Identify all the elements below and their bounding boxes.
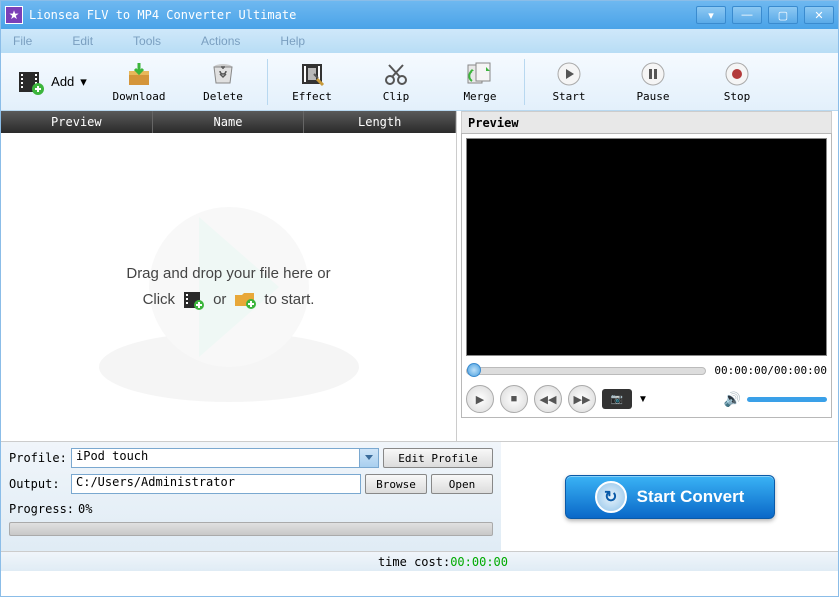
video-area[interactable]: [466, 138, 827, 356]
pause-button[interactable]: Pause: [611, 55, 695, 109]
volume-icon[interactable]: 🔊: [724, 391, 741, 408]
progress-value: 0%: [78, 502, 92, 516]
toolbar-separator: [267, 59, 268, 105]
profile-label: Profile:: [9, 451, 67, 465]
col-name[interactable]: Name: [153, 111, 305, 133]
play-icon: [555, 60, 583, 88]
effect-icon: [298, 60, 326, 88]
download-label: Download: [113, 90, 166, 103]
snapshot-menu-icon[interactable]: ▼: [638, 394, 648, 405]
dropdown-window-button[interactable]: ▾: [696, 6, 726, 24]
menu-help[interactable]: Help: [280, 34, 305, 48]
time-display: 00:00:00/00:00:00: [714, 364, 827, 377]
col-preview[interactable]: Preview: [1, 111, 153, 133]
minimize-button[interactable]: —: [732, 6, 762, 24]
menu-actions[interactable]: Actions: [201, 34, 240, 48]
title-bar: ★ Lionsea FLV to MP4 Converter Ultimate …: [1, 1, 838, 29]
progress-label: Progress:: [9, 502, 74, 516]
add-label: Add: [51, 74, 74, 89]
volume-slider[interactable]: [747, 397, 827, 402]
output-path-input[interactable]: C:/Users/Administrator: [71, 474, 361, 494]
clip-label: Clip: [383, 90, 410, 103]
add-button[interactable]: Add ▾: [7, 55, 97, 109]
close-button[interactable]: ✕: [804, 6, 834, 24]
time-cost-value: 00:00:00: [450, 555, 508, 569]
player-play-button[interactable]: ▶: [466, 385, 494, 413]
start-label: Start: [552, 90, 585, 103]
col-length[interactable]: Length: [304, 111, 456, 133]
seek-row: 00:00:00/00:00:00: [466, 364, 827, 377]
start-convert-button[interactable]: ↻ Start Convert: [565, 475, 775, 519]
chevron-down-icon: [365, 455, 373, 460]
progress-bar: [9, 522, 493, 536]
add-folder-icon: [234, 290, 256, 310]
menu-edit[interactable]: Edit: [72, 34, 93, 48]
clip-button[interactable]: Clip: [354, 55, 438, 109]
maximize-button[interactable]: ▢: [768, 6, 798, 24]
start-button[interactable]: Start: [527, 55, 611, 109]
pause-icon: [639, 60, 667, 88]
download-icon: [125, 60, 153, 88]
stop-label: Stop: [724, 90, 751, 103]
window-buttons: ▾ — ▢ ✕: [696, 6, 834, 24]
menu-bar: File Edit Tools Actions Help: [1, 29, 838, 53]
stop-icon: [723, 60, 751, 88]
time-cost-label: time cost:: [378, 555, 450, 569]
edit-profile-button[interactable]: Edit Profile: [383, 448, 493, 468]
toolbar: Add ▾ Download Delete Effect Clip Merge: [1, 53, 838, 111]
drop-zone[interactable]: Drag and drop your file here or Click or…: [1, 133, 456, 441]
toolbar-separator: [524, 59, 525, 105]
chevron-down-icon: ▾: [80, 74, 87, 90]
stop-button[interactable]: Stop: [695, 55, 779, 109]
status-bar: time cost: 00:00:00: [1, 551, 838, 571]
preview-header: Preview: [461, 111, 832, 133]
open-button[interactable]: Open: [431, 474, 493, 494]
effect-label: Effect: [292, 90, 332, 103]
menu-file[interactable]: File: [13, 34, 32, 48]
seek-thumb[interactable]: [467, 363, 481, 377]
snapshot-button[interactable]: 📷: [602, 389, 632, 409]
drop-text-line1: Drag and drop your file here or: [126, 265, 330, 282]
player-stop-button[interactable]: ■: [500, 385, 528, 413]
delete-button[interactable]: Delete: [181, 55, 265, 109]
bottom-panel: Profile: iPod touch Edit Profile Output:…: [1, 441, 838, 551]
pause-label: Pause: [636, 90, 669, 103]
drop-text-line2: Click or to start.: [143, 290, 315, 310]
player-rewind-button[interactable]: ◀◀: [534, 385, 562, 413]
convert-icon: ↻: [595, 481, 627, 513]
effect-button[interactable]: Effect: [270, 55, 354, 109]
player-controls: ▶ ■ ◀◀ ▶▶ 📷 ▼ 🔊: [466, 385, 827, 413]
download-button[interactable]: Download: [97, 55, 181, 109]
seek-slider[interactable]: [466, 367, 706, 375]
player-forward-button[interactable]: ▶▶: [568, 385, 596, 413]
watermark-graphic: [1, 133, 456, 441]
settings-form: Profile: iPod touch Edit Profile Output:…: [1, 442, 501, 551]
main-area: Preview Name Length Drag and drop your f…: [1, 111, 838, 441]
add-film-icon: [183, 290, 205, 310]
output-label: Output:: [9, 477, 67, 491]
menu-tools[interactable]: Tools: [133, 34, 161, 48]
preview-box: 00:00:00/00:00:00 ▶ ■ ◀◀ ▶▶ 📷 ▼ 🔊: [461, 133, 832, 418]
preview-panel: Preview 00:00:00/00:00:00 ▶ ■ ◀◀ ▶▶ 📷 ▼ …: [457, 111, 838, 441]
column-headers: Preview Name Length: [1, 111, 456, 133]
convert-area: ↻ Start Convert: [501, 442, 838, 551]
app-title: Lionsea FLV to MP4 Converter Ultimate: [29, 8, 696, 22]
merge-button[interactable]: Merge: [438, 55, 522, 109]
file-list-panel: Preview Name Length Drag and drop your f…: [1, 111, 457, 441]
browse-button[interactable]: Browse: [365, 474, 427, 494]
delete-icon: [209, 60, 237, 88]
profile-select[interactable]: iPod touch: [71, 448, 379, 468]
delete-label: Delete: [203, 90, 243, 103]
add-film-icon: [17, 68, 45, 96]
app-icon: ★: [5, 6, 23, 24]
merge-label: Merge: [463, 90, 496, 103]
clip-icon: [382, 60, 410, 88]
merge-icon: [466, 60, 494, 88]
